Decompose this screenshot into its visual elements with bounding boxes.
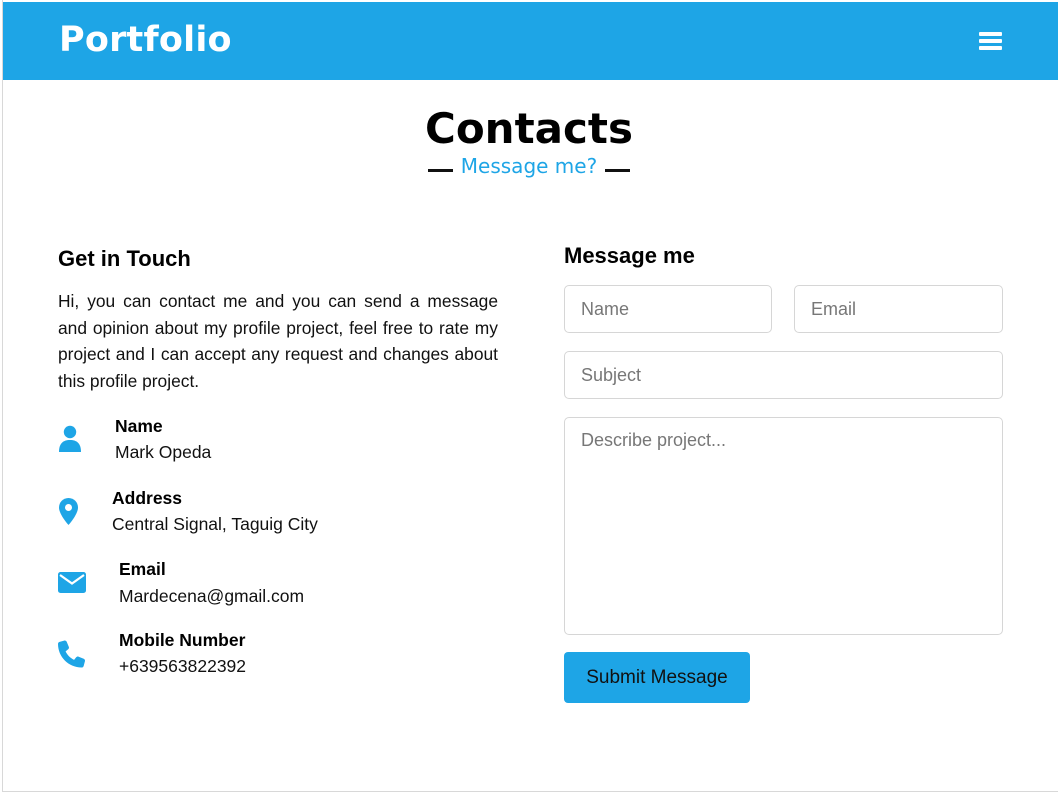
person-icon: [59, 425, 81, 452]
get-in-touch-heading: Get in Touch: [58, 246, 191, 271]
navbar: Portfolio: [3, 2, 1058, 80]
message-me-heading: Message me: [564, 243, 695, 268]
contact-label: Mobile Number: [119, 630, 246, 650]
name-input[interactable]: [564, 285, 772, 333]
message-textarea[interactable]: [564, 417, 1003, 635]
contact-label: Name: [115, 416, 163, 436]
intro-paragraph: Hi, you can contact me and you can send …: [58, 291, 498, 391]
contact-value: Mark Opeda: [115, 442, 212, 462]
section-subtitle: Message me?: [427, 154, 631, 178]
section-subtitle-wrap: Message me?: [0, 154, 1058, 178]
hamburger-menu-icon[interactable]: [979, 30, 1003, 52]
submit-message-button[interactable]: Submit Message: [564, 652, 750, 703]
brand-logo[interactable]: Portfolio: [59, 20, 232, 60]
contact-label: Email: [119, 559, 166, 579]
email-input[interactable]: [794, 285, 1003, 333]
section-title: Contacts: [425, 104, 633, 153]
contact-value[interactable]: +639563822392: [119, 656, 246, 677]
contact-value: Central Signal, Taguig City: [112, 514, 318, 534]
contact-value[interactable]: Mardecena@gmail.com: [119, 586, 304, 607]
menu-bar: [979, 46, 1002, 50]
menu-bar: [979, 32, 1002, 36]
menu-bar: [979, 39, 1002, 43]
envelope-icon: [58, 572, 86, 593]
contact-label: Address: [112, 488, 183, 508]
location-pin-icon: [59, 498, 78, 525]
phone-icon: [58, 640, 85, 668]
subject-input[interactable]: [564, 351, 1003, 399]
